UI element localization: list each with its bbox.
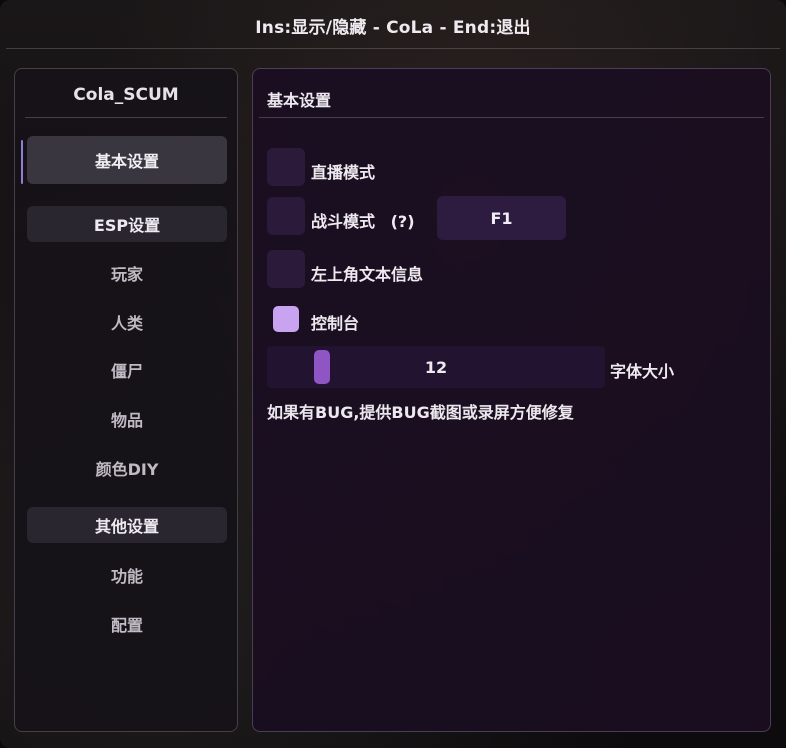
sidebar-item-items[interactable]: 物品 <box>27 401 227 437</box>
combat-mode-checkbox[interactable] <box>267 197 305 235</box>
combat-mode-help[interactable]: (?) <box>391 212 415 231</box>
top-left-info-label: 左上角文本信息 <box>311 265 424 284</box>
window-title: Ins:显示/隐藏 - CoLa - End:退出 <box>255 17 531 38</box>
sidebar-item-config[interactable]: 配置 <box>27 606 227 642</box>
console-checkbox[interactable] <box>273 306 299 332</box>
combat-mode-label: 战斗模式 (?) <box>311 208 415 232</box>
sidebar-item-esp-settings[interactable]: ESP设置 <box>27 206 227 242</box>
sidebar-title: Cola_SCUM <box>73 85 179 105</box>
active-indicator <box>21 140 23 184</box>
content-panel: 基本设置 直播模式 战斗模式 (?) F1 左上角文本信息 控制台 12 字体大… <box>252 68 771 732</box>
title-divider <box>6 48 780 49</box>
sidebar-item-humans[interactable]: 人类 <box>27 304 227 340</box>
content-title: 基本设置 <box>267 91 332 110</box>
sidebar-item-zombies[interactable]: 僵尸 <box>27 352 227 388</box>
font-size-value: 12 <box>424 357 448 377</box>
sidebar-item-other-settings[interactable]: 其他设置 <box>27 507 227 543</box>
combat-mode-hotkey-button[interactable]: F1 <box>437 196 566 240</box>
sidebar-item-players[interactable]: 玩家 <box>27 255 227 291</box>
top-left-info-checkbox[interactable] <box>267 250 305 288</box>
font-size-slider[interactable]: 12 <box>267 346 605 388</box>
stream-mode-checkbox[interactable] <box>267 148 305 186</box>
app-window: Ins:显示/隐藏 - CoLa - End:退出 Cola_SCUM 基本设置… <box>0 0 786 748</box>
content-divider <box>259 117 764 118</box>
sidebar-item-color-diy[interactable]: 颜色DIY <box>27 450 227 486</box>
console-label: 控制台 <box>311 314 360 333</box>
sidebar-divider <box>25 117 227 118</box>
stream-mode-label: 直播模式 <box>311 163 376 182</box>
sidebar-item-basic-settings[interactable]: 基本设置 <box>27 136 227 184</box>
sidebar-item-features[interactable]: 功能 <box>27 557 227 593</box>
sidebar: Cola_SCUM 基本设置 ESP设置 玩家 人类 僵尸 物品 颜色DIY 其… <box>14 68 238 732</box>
combat-mode-text: 战斗模式 <box>311 212 376 231</box>
bug-report-note: 如果有BUG,提供BUG截图或录屏方便修复 <box>267 403 574 422</box>
font-size-label: 字体大小 <box>610 362 675 381</box>
